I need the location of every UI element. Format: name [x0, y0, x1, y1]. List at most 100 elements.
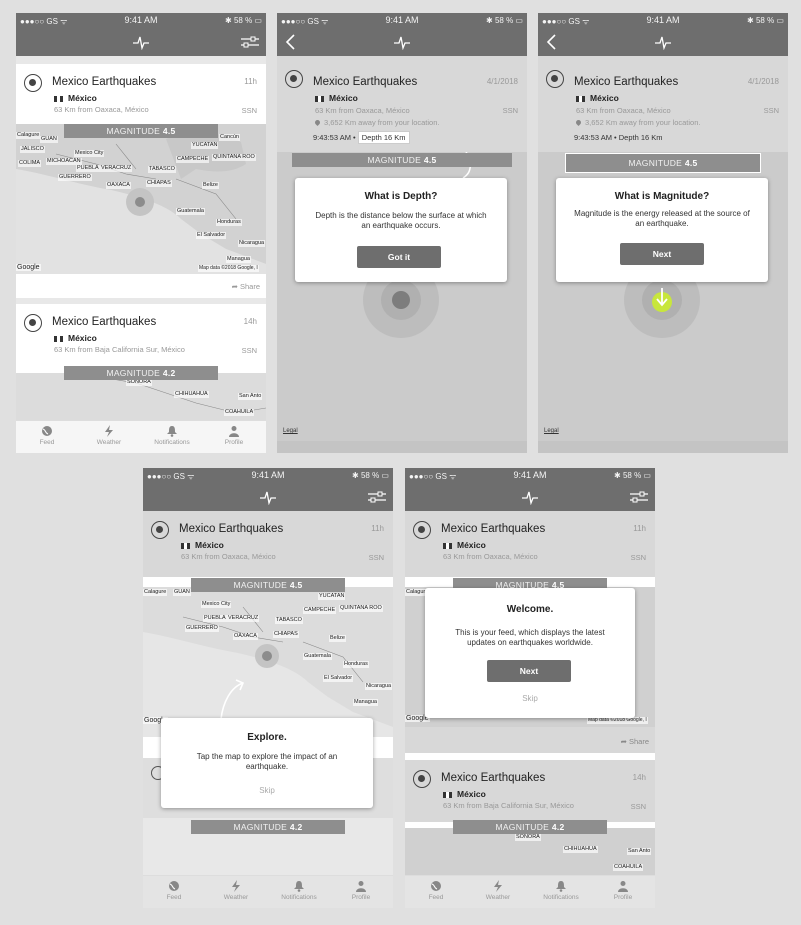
magnitude-bar[interactable]: MAGNITUDE 4.5 [292, 153, 512, 167]
map-attribution: Map data ©2018 Google, I [587, 717, 648, 724]
skip-link[interactable]: Skip [161, 786, 373, 795]
map-view[interactable]: Calagure GUAN Mexico City PUEBLA VERACRU… [143, 587, 393, 737]
tab-weather[interactable]: Weather [205, 880, 267, 901]
quake-card[interactable]: Mexico Earthquakes 14h México 63 Km from… [16, 304, 266, 368]
battery-indicator: ✱ 58 % ▭ [614, 471, 651, 480]
tab-profile[interactable]: Profile [592, 880, 654, 901]
away-text: 3,652 Km away from your location. [574, 118, 700, 127]
tab-profile[interactable]: Profile [203, 425, 265, 446]
tab-notifications[interactable]: Notifications [141, 425, 203, 446]
back-arrow-icon[interactable] [545, 33, 557, 51]
pin-icon [574, 118, 583, 127]
card-footer: ➦ Share [405, 727, 655, 753]
tab-notifications[interactable]: Notifications [530, 880, 592, 901]
magnitude-bar: MAGNITUDE 4.2 [191, 820, 345, 834]
bell-icon [167, 426, 177, 437]
quake-card[interactable]: Mexico Earthquakes 11h México 63 Km from… [143, 511, 393, 577]
google-logo: Google [16, 264, 41, 271]
quake-icon [24, 74, 42, 92]
magnitude-dialog: What is Magnitude? Magnitude is the ener… [556, 178, 768, 282]
quake-card[interactable]: Mexico Earthquakes 11h México 63 Km from… [405, 511, 655, 577]
map-label: Honduras [216, 219, 242, 226]
dialog-title: Welcome. [506, 604, 554, 615]
flag-icon [443, 791, 452, 798]
map-label: CAMPECHE [176, 156, 210, 163]
depth-chip[interactable]: Depth 16 Km [357, 131, 410, 144]
quake-icon [546, 70, 564, 88]
map-label: Nicaragua [365, 683, 393, 690]
battery-indicator: ✱ 58 % ▭ [225, 16, 262, 25]
welcome-dialog: Welcome. This is your feed, which displa… [425, 588, 635, 718]
pulse-logo-icon [133, 36, 149, 50]
country-label: México [443, 789, 486, 799]
source-label: SSN [241, 346, 257, 355]
source-label: SSN [241, 106, 257, 115]
flag-icon [54, 335, 63, 342]
map-label: YUCATAN [191, 142, 219, 149]
map-view[interactable]: SONORA CHIHUAHUA COAHUILA San Anto [16, 373, 266, 421]
map-label: COLIMA [18, 160, 42, 167]
status-bar: ●●●○○ GS ᯤ 9:41 AM ✱ 58 % ▭ [143, 468, 393, 483]
tab-feed[interactable]: Feed [16, 425, 78, 446]
map-label: Belize [329, 635, 346, 642]
legal-link[interactable]: Legal [283, 428, 298, 434]
card-title: Mexico Earthquakes [574, 76, 679, 88]
map-view[interactable]: SONORA CHIHUAHUA COAHUILA San Anto [405, 828, 655, 876]
tab-notifications[interactable]: Notifications [268, 880, 330, 901]
next-button[interactable]: Next [620, 243, 704, 265]
date-label: 4/1/2018 [747, 77, 779, 86]
map-label: Cancún [219, 134, 240, 141]
map-label: Managua [353, 699, 378, 706]
source-label: SSN [630, 802, 646, 811]
globe-icon [431, 881, 441, 891]
magnitude-bar[interactable]: MAGNITUDE 4.5 [565, 153, 761, 173]
globe-icon [169, 881, 179, 891]
tab-feed[interactable]: Feed [143, 880, 205, 901]
got-it-button[interactable]: Got it [357, 246, 441, 268]
map-label: Mexico City [201, 601, 232, 608]
map-label: SONORA [126, 379, 152, 386]
filter-icon[interactable] [629, 490, 649, 504]
share-button[interactable]: ➦ Share [232, 282, 260, 291]
battery-indicator: ✱ 58 % ▭ [352, 471, 389, 480]
map-label: OAXACA [106, 182, 131, 189]
detail-screen-magnitude: ●●●○○ GS ᯤ 9:41 AM ✱ 58 % ▭ Mexico Earth… [538, 13, 788, 453]
filter-icon[interactable] [367, 490, 387, 504]
map-label: PUEBLA [203, 615, 227, 622]
away-text: 3,652 Km away from your location. [313, 118, 439, 127]
tab-weather[interactable]: Weather [78, 425, 140, 446]
nav-bar [277, 28, 527, 56]
time-depth-line: 9:43:53 AM • Depth 16 Km [313, 131, 410, 144]
time-ago: 14h [632, 773, 646, 782]
country-label: México [315, 93, 358, 103]
tab-profile[interactable]: Profile [330, 880, 392, 901]
map-label: Calagure [16, 132, 41, 139]
quake-icon [413, 770, 431, 788]
quake-icon [285, 70, 303, 88]
share-button[interactable]: ➦ Share [621, 737, 649, 746]
map-view[interactable]: Calagure GUAN JALISCO Mexico City COLIMA… [16, 124, 266, 274]
map-graphic [16, 124, 266, 274]
globe-icon [42, 426, 52, 436]
skip-link[interactable]: Skip [425, 694, 635, 703]
next-button[interactable]: Next [487, 660, 571, 682]
legal-link[interactable]: Legal [544, 428, 559, 434]
tab-feed[interactable]: Feed [405, 880, 467, 901]
map-label: Managua [226, 256, 251, 263]
map-label: San Anto [627, 848, 652, 855]
card-title: Mexico Earthquakes [179, 523, 284, 535]
tab-weather[interactable]: Weather [467, 880, 529, 901]
quake-card[interactable]: Mexico Earthquakes 11h México 63 Km from… [16, 64, 266, 124]
battery-indicator: ✱ 58 % ▭ [747, 16, 784, 25]
tab-bar: Feed Weather Notifications Profile [405, 875, 655, 908]
quake-detail-card: Mexico Earthquakes 4/1/2018 México 63 Km… [277, 56, 527, 152]
quake-card[interactable]: Mexico Earthquakes 14h México 63 Km from… [405, 760, 655, 822]
dialog-title: What is Depth? [364, 191, 438, 202]
distance-text: 63 Km from Oaxaca, México [443, 552, 538, 561]
filter-icon[interactable] [240, 35, 260, 49]
map-label: COAHUILA [224, 409, 255, 416]
map-label: GUERRERO [185, 625, 219, 632]
back-arrow-icon[interactable] [284, 33, 296, 51]
time-ago: 11h [633, 524, 646, 533]
map-attribution: Map data ©2018 Google, I [198, 265, 259, 272]
